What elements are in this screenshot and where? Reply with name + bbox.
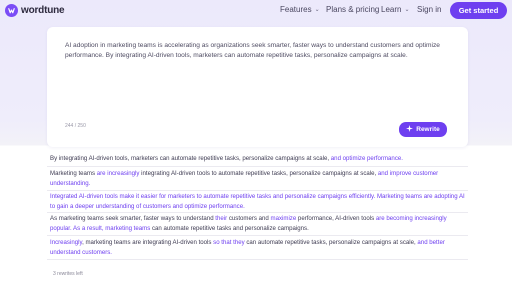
top-navigation: wordtune Features ⌄ Plans & pricing Lear… (0, 0, 512, 23)
nav-signin-label: Sign in (417, 5, 442, 14)
nav-features[interactable]: Features ⌄ (280, 5, 320, 14)
changed-text: Increasingly (50, 239, 83, 246)
suggestion-text: integrating AI-driven tools to automate … (139, 170, 378, 177)
suggestion-text: , marketing teams are integrating AI-dri… (82, 239, 214, 246)
suggestion-text: Marketing teams (50, 170, 97, 177)
changed-text: are increasingly (96, 170, 140, 177)
divider (47, 235, 468, 236)
nav-sign-in[interactable]: Sign in (417, 5, 441, 14)
suggestion-item[interactable]: Marketing teams are increasingly integra… (47, 169, 468, 189)
divider (47, 212, 468, 213)
changed-text: Integrated AI-driven tools make it easie… (50, 193, 465, 210)
suggestion-text: can automate repetitive tasks and person… (150, 225, 309, 232)
nav-plans-label: Plans & pricing (326, 5, 380, 14)
editor-input[interactable]: AI adoption in marketing teams is accele… (65, 41, 455, 61)
suggestion-text: By integrating AI-driven tools, marketer… (50, 155, 331, 162)
suggestion-item[interactable]: Increasingly, marketing teams are integr… (47, 238, 468, 258)
suggestion-text: performance, AI-driven tools (296, 215, 376, 222)
sparkle-icon (406, 125, 414, 134)
suggestion-text: can automate repetitive tasks, personali… (244, 239, 418, 246)
rewrite-label: Rewrite (416, 126, 440, 133)
chevron-down-icon: ⌄ (404, 7, 410, 13)
rewrite-suggestions-list: By integrating AI-driven tools, marketer… (47, 150, 468, 281)
chevron-down-icon: ⌄ (314, 7, 320, 13)
nav-learn-label: Learn (381, 5, 402, 14)
rewrite-button[interactable]: Rewrite (399, 122, 447, 137)
changed-text: maximize (270, 215, 297, 222)
wordtune-logo-icon (5, 4, 18, 17)
divider (47, 166, 468, 167)
divider (47, 259, 468, 260)
divider (47, 190, 468, 191)
suggestion-item[interactable]: Integrated AI-driven tools make it easie… (47, 192, 468, 212)
wordtune-logo[interactable]: wordtune (5, 4, 65, 17)
changed-text: their (215, 215, 228, 222)
suggestion-text: customers and (227, 215, 271, 222)
logo-text: wordtune (21, 5, 65, 16)
nav-learn[interactable]: Learn ⌄ (381, 5, 410, 14)
suggestion-item[interactable]: As marketing teams seek smarter, faster … (47, 214, 468, 234)
suggestion-item[interactable]: By integrating AI-driven tools, marketer… (47, 154, 468, 164)
suggestion-text: As marketing teams seek smarter, faster … (50, 215, 216, 222)
get-started-button[interactable]: Get started (450, 2, 507, 19)
rewrites-left-footer: 3 rewrites left (47, 267, 468, 281)
nav-features-label: Features (280, 5, 312, 14)
character-counter: 244 / 250 (65, 123, 86, 129)
changed-text: so that they (213, 239, 245, 246)
text-editor-card: AI adoption in marketing teams is accele… (47, 27, 468, 147)
changed-text: and optimize performance. (330, 155, 403, 162)
nav-plans-pricing[interactable]: Plans & pricing (326, 5, 379, 14)
